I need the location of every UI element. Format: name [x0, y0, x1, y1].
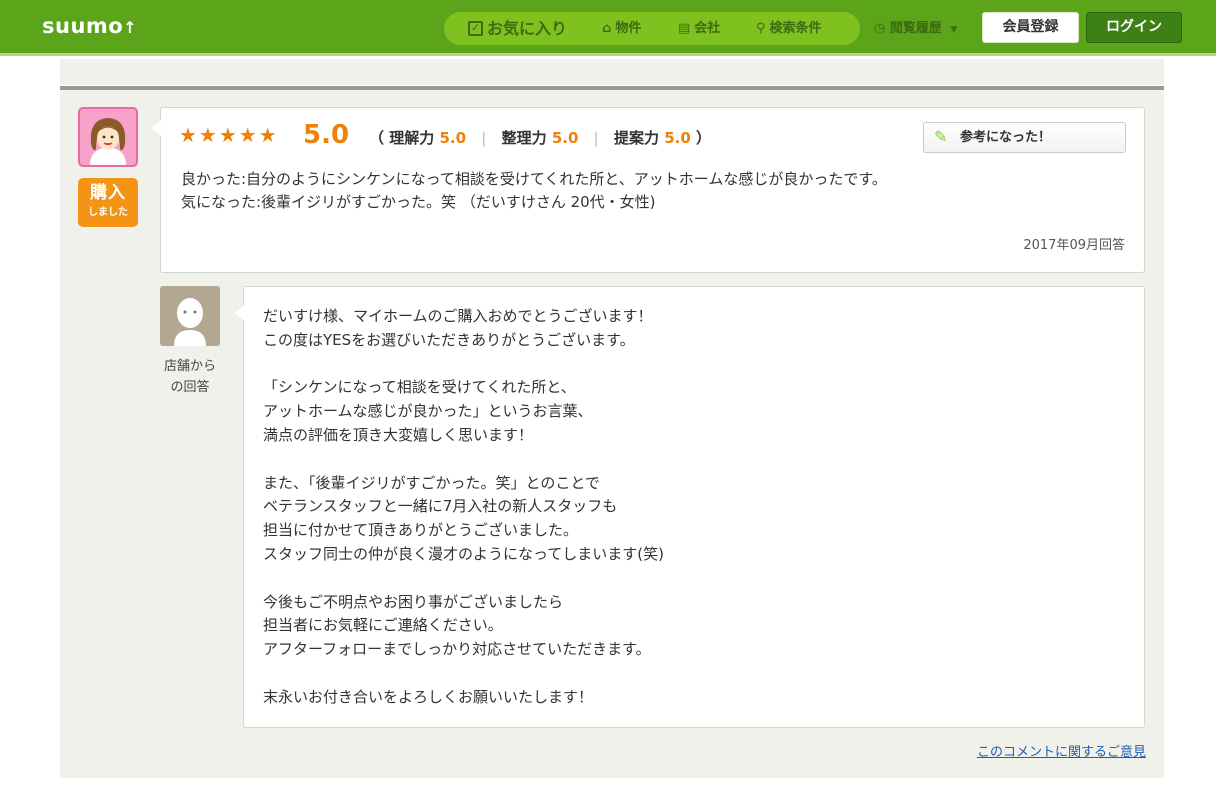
review-card: ★★★★★ 5.0 （ 理解力 5.0 | 整理力 5.0 | 提案力 5.0 … — [152, 107, 1145, 273]
main-nav: ✓ お気に入り ⌂ 物件 ▤ 会社 ⚲ 検索条件 — [444, 12, 860, 45]
reviewer-avatar — [78, 107, 138, 167]
search-icon: ⚲ — [756, 21, 766, 36]
nav-properties[interactable]: ⌂ 物件 — [602, 12, 641, 45]
purchased-badge: 購入 しました — [78, 178, 138, 227]
clock-icon: ◷ — [874, 21, 886, 36]
overall-score: 5.0 — [303, 120, 350, 150]
site-header: suumo↑ ✓ お気に入り ⌂ 物件 ▤ 会社 ⚲ 検索条件 ◷ 閲覧履歴 ▼… — [0, 0, 1216, 56]
woman-icon — [80, 109, 136, 165]
checkbox-icon: ✓ — [468, 21, 483, 36]
leaf-icon: ✎ — [934, 127, 948, 146]
comment-feedback-link[interactable]: このコメントに関するご意見 — [977, 741, 1146, 760]
house-icon: ⌂ — [602, 21, 612, 36]
store-avatar — [160, 286, 220, 346]
store-reply-text: だいすけ様、マイホームのご購入おめでとうございます！ この度はYESをお選びいた… — [263, 307, 664, 706]
helpful-button[interactable]: ✎ 参考になった！ — [923, 122, 1126, 153]
login-button[interactable]: ログイン — [1086, 12, 1182, 43]
review-text: 良かった:自分のようにシンケンになって相談を受けてくれた所と、アットホームな感じ… — [181, 170, 887, 211]
building-icon: ▤ — [678, 21, 691, 36]
sub-scores: （ 理解力 5.0 | 整理力 5.0 | 提案力 5.0 ） — [369, 129, 712, 147]
store-reply-card: だいすけ様、マイホームのご購入おめでとうございます！ この度はYESをお選びいた… — [235, 286, 1145, 728]
person-icon — [160, 286, 220, 346]
register-button[interactable]: 会員登録 — [982, 12, 1079, 43]
nav-companies[interactable]: ▤ 会社 — [678, 12, 720, 45]
review-date: 2017年09月回答 — [1023, 238, 1125, 253]
nav-search-conditions[interactable]: ⚲ 検索条件 — [756, 12, 822, 45]
caret-down-icon: ▼ — [950, 25, 958, 35]
nav-favorites[interactable]: ✓ お気に入り — [468, 12, 567, 45]
browsing-history-menu[interactable]: ◷ 閲覧履歴 ▼ — [874, 12, 957, 45]
content-top-strip — [60, 59, 1164, 85]
store-reply-label: 店舗から の回答 — [163, 359, 216, 395]
suumo-logo[interactable]: suumo↑ — [42, 14, 137, 38]
star-rating: ★★★★★ — [179, 123, 279, 147]
